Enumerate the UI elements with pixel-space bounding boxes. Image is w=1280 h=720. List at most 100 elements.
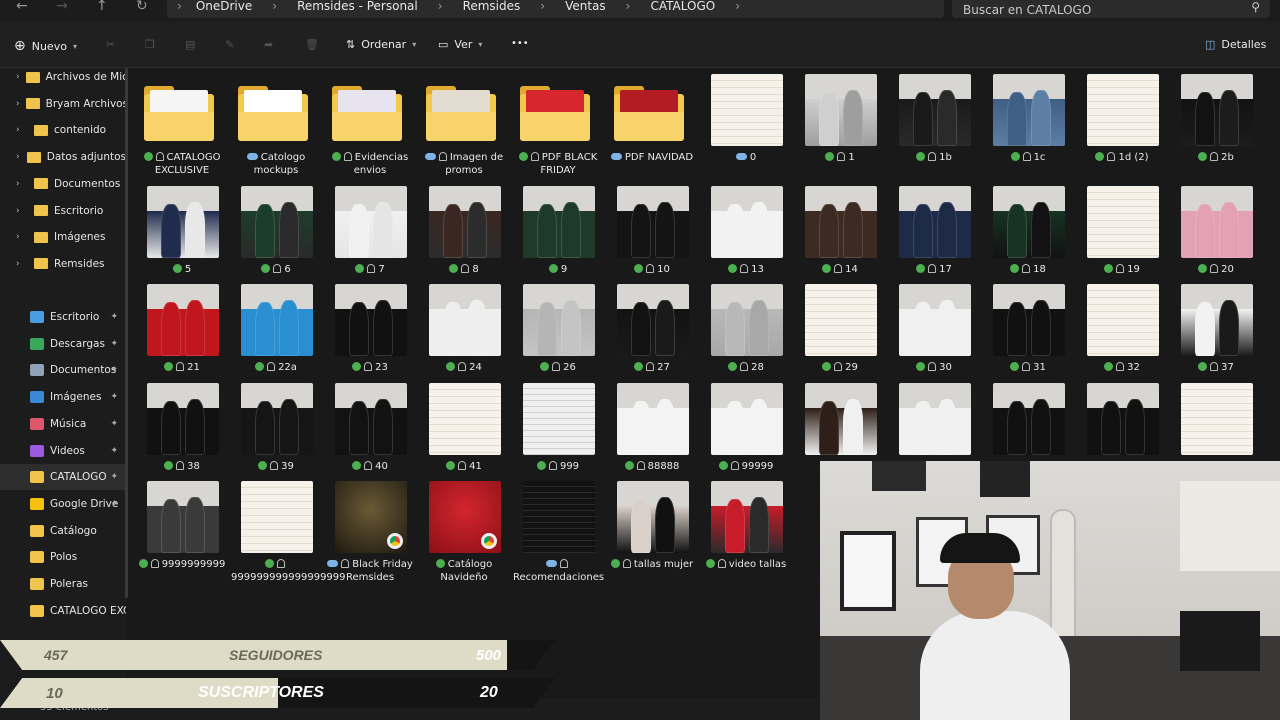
pin-icon[interactable]: ✦ <box>110 392 118 402</box>
pin-icon[interactable]: ✦ <box>110 312 118 322</box>
pin-icon[interactable]: ✦ <box>110 499 118 509</box>
file-tile[interactable]: Catologo mockups <box>231 74 321 176</box>
quick-access-item[interactable]: Música ✦ <box>0 411 126 437</box>
share-icon[interactable]: ➦ <box>264 38 273 51</box>
breadcrumb[interactable]: › OneDrive › Remsides - Personal › Remsi… <box>167 0 944 18</box>
delete-icon[interactable]: 🗑 <box>305 38 319 51</box>
file-tile[interactable]: 26 <box>513 284 603 384</box>
breadcrumb-item[interactable]: Remsides - Personal <box>297 0 418 13</box>
file-tile[interactable]: 23 <box>325 284 415 384</box>
file-tile[interactable]: 9999999999 <box>137 481 227 581</box>
chevron-right-icon[interactable]: › <box>16 179 28 189</box>
file-tile[interactable]: 1b <box>889 74 979 174</box>
sidebar-item[interactable]: › Datos adjuntos <box>0 144 126 170</box>
file-tile[interactable]: 9 <box>513 186 603 286</box>
quick-access-item[interactable]: Google Drive ✦ <box>0 491 126 517</box>
chevron-right-icon[interactable]: › <box>16 152 21 162</box>
chevron-right-icon[interactable]: › <box>16 99 20 109</box>
more-options-icon[interactable]: ••• <box>511 38 529 49</box>
file-tile[interactable]: 7 <box>325 186 415 286</box>
search-input[interactable]: Buscar en CATALOGO ⚲ <box>952 0 1270 18</box>
file-tile[interactable]: 1 <box>795 74 885 174</box>
file-tile[interactable]: Black Friday Remsides <box>325 481 415 583</box>
file-tile[interactable]: 999 <box>513 383 603 483</box>
breadcrumb-item[interactable]: Remsides <box>463 0 521 13</box>
file-tile[interactable]: Imagen de promos <box>419 74 509 176</box>
sidebar-item[interactable]: › Archivos de Mic <box>0 64 126 90</box>
pin-icon[interactable]: ✦ <box>110 446 118 456</box>
quick-access-item[interactable]: Videos ✦ <box>0 438 126 464</box>
quick-access-item[interactable]: Escritorio ✦ <box>0 304 126 330</box>
pin-icon[interactable]: ✦ <box>110 339 118 349</box>
file-tile[interactable]: 22a <box>231 284 321 384</box>
pin-icon[interactable]: ✦ <box>110 472 118 482</box>
quick-access-item[interactable]: Poleras <box>0 571 126 597</box>
file-tile[interactable]: Recomendaciones <box>513 481 604 583</box>
sidebar-item[interactable]: › contenido <box>0 117 126 143</box>
file-tile[interactable]: 31 <box>983 284 1073 384</box>
forward-icon[interactable]: → <box>56 0 68 13</box>
file-tile[interactable]: CATALOGO EXCLUSIVE <box>137 74 227 176</box>
file-tile[interactable]: 38 <box>137 383 227 483</box>
file-tile[interactable]: 21 <box>137 284 227 384</box>
details-button[interactable]: ◫ Detalles <box>1205 38 1266 51</box>
pin-icon[interactable]: ✦ <box>110 419 118 429</box>
chevron-right-icon[interactable]: › <box>16 259 28 269</box>
sidebar-item[interactable]: › Imágenes <box>0 224 126 250</box>
file-tile[interactable]: 99999 <box>701 383 791 483</box>
file-tile[interactable]: 20 <box>1171 186 1261 286</box>
quick-access-item[interactable]: Documentos ✦ <box>0 357 126 383</box>
file-tile[interactable]: 999999999999999999 <box>231 481 346 583</box>
file-tile[interactable]: 40 <box>325 383 415 483</box>
quick-access-item[interactable]: CATALOGO ✦ <box>0 464 126 491</box>
file-tile[interactable]: 6 <box>231 186 321 286</box>
file-tile[interactable]: 88888 <box>607 383 697 483</box>
file-tile[interactable]: 39 <box>231 383 321 483</box>
file-tile[interactable]: 37 <box>1171 284 1261 384</box>
view-button[interactable]: ▭ Ver ▾ <box>438 38 482 51</box>
file-tile[interactable]: 28 <box>701 284 791 384</box>
chevron-right-icon[interactable]: › <box>16 72 20 82</box>
breadcrumb-item[interactable]: Ventas <box>565 0 606 13</box>
chevron-right-icon[interactable]: › <box>16 125 28 135</box>
file-tile[interactable]: 5 <box>137 186 227 286</box>
file-tile[interactable]: Catálogo Navideño <box>419 481 509 583</box>
file-tile[interactable]: 24 <box>419 284 509 384</box>
copy-icon[interactable]: ❐ <box>145 38 155 51</box>
file-tile[interactable]: 10 <box>607 186 697 286</box>
file-tile[interactable]: 17 <box>889 186 979 286</box>
refresh-icon[interactable]: ↻ <box>136 0 148 13</box>
chevron-right-icon[interactable]: › <box>16 232 28 242</box>
file-tile[interactable]: Evidencias envios <box>325 74 415 176</box>
quick-access-item[interactable]: Imágenes ✦ <box>0 384 126 410</box>
quick-access-item[interactable]: CATALOGO EXCL <box>0 598 126 624</box>
new-button[interactable]: ⊕ Nuevo ▾ <box>14 38 77 54</box>
quick-access-item[interactable]: Descargas ✦ <box>0 331 126 357</box>
file-tile[interactable]: 1d (2) <box>1077 74 1167 174</box>
file-tile[interactable]: 41 <box>419 383 509 483</box>
file-tile[interactable]: 32 <box>1077 284 1167 384</box>
sidebar-item[interactable]: › Remsides <box>0 251 126 277</box>
breadcrumb-item[interactable]: OneDrive <box>196 0 252 13</box>
file-tile[interactable]: 14 <box>795 186 885 286</box>
file-tile[interactable]: 0 <box>701 74 791 174</box>
file-tile[interactable]: video tallas <box>701 481 791 581</box>
file-tile[interactable]: 30 <box>889 284 979 384</box>
back-icon[interactable]: ← <box>16 0 28 13</box>
pin-icon[interactable]: ✦ <box>110 365 118 375</box>
cut-icon[interactable]: ✂ <box>106 38 115 51</box>
file-tile[interactable]: 19 <box>1077 186 1167 286</box>
sidebar-item[interactable]: › Escritorio <box>0 198 126 224</box>
sort-button[interactable]: ⇅ Ordenar ▾ <box>346 38 416 51</box>
sidebar-item[interactable]: › Bryam Archivos <box>0 91 126 117</box>
file-tile[interactable]: 13 <box>701 186 791 286</box>
rename-icon[interactable]: ✎ <box>225 38 234 51</box>
file-tile[interactable]: 1c <box>983 74 1073 174</box>
file-tile[interactable]: 27 <box>607 284 697 384</box>
quick-access-item[interactable]: Polos <box>0 544 126 570</box>
sidebar-item[interactable]: › Documentos <box>0 171 126 197</box>
up-icon[interactable]: ↑ <box>96 0 108 13</box>
quick-access-item[interactable]: Catálogo <box>0 518 126 544</box>
file-tile[interactable]: 18 <box>983 186 1073 286</box>
sidebar-scrollbar[interactable] <box>125 68 128 598</box>
